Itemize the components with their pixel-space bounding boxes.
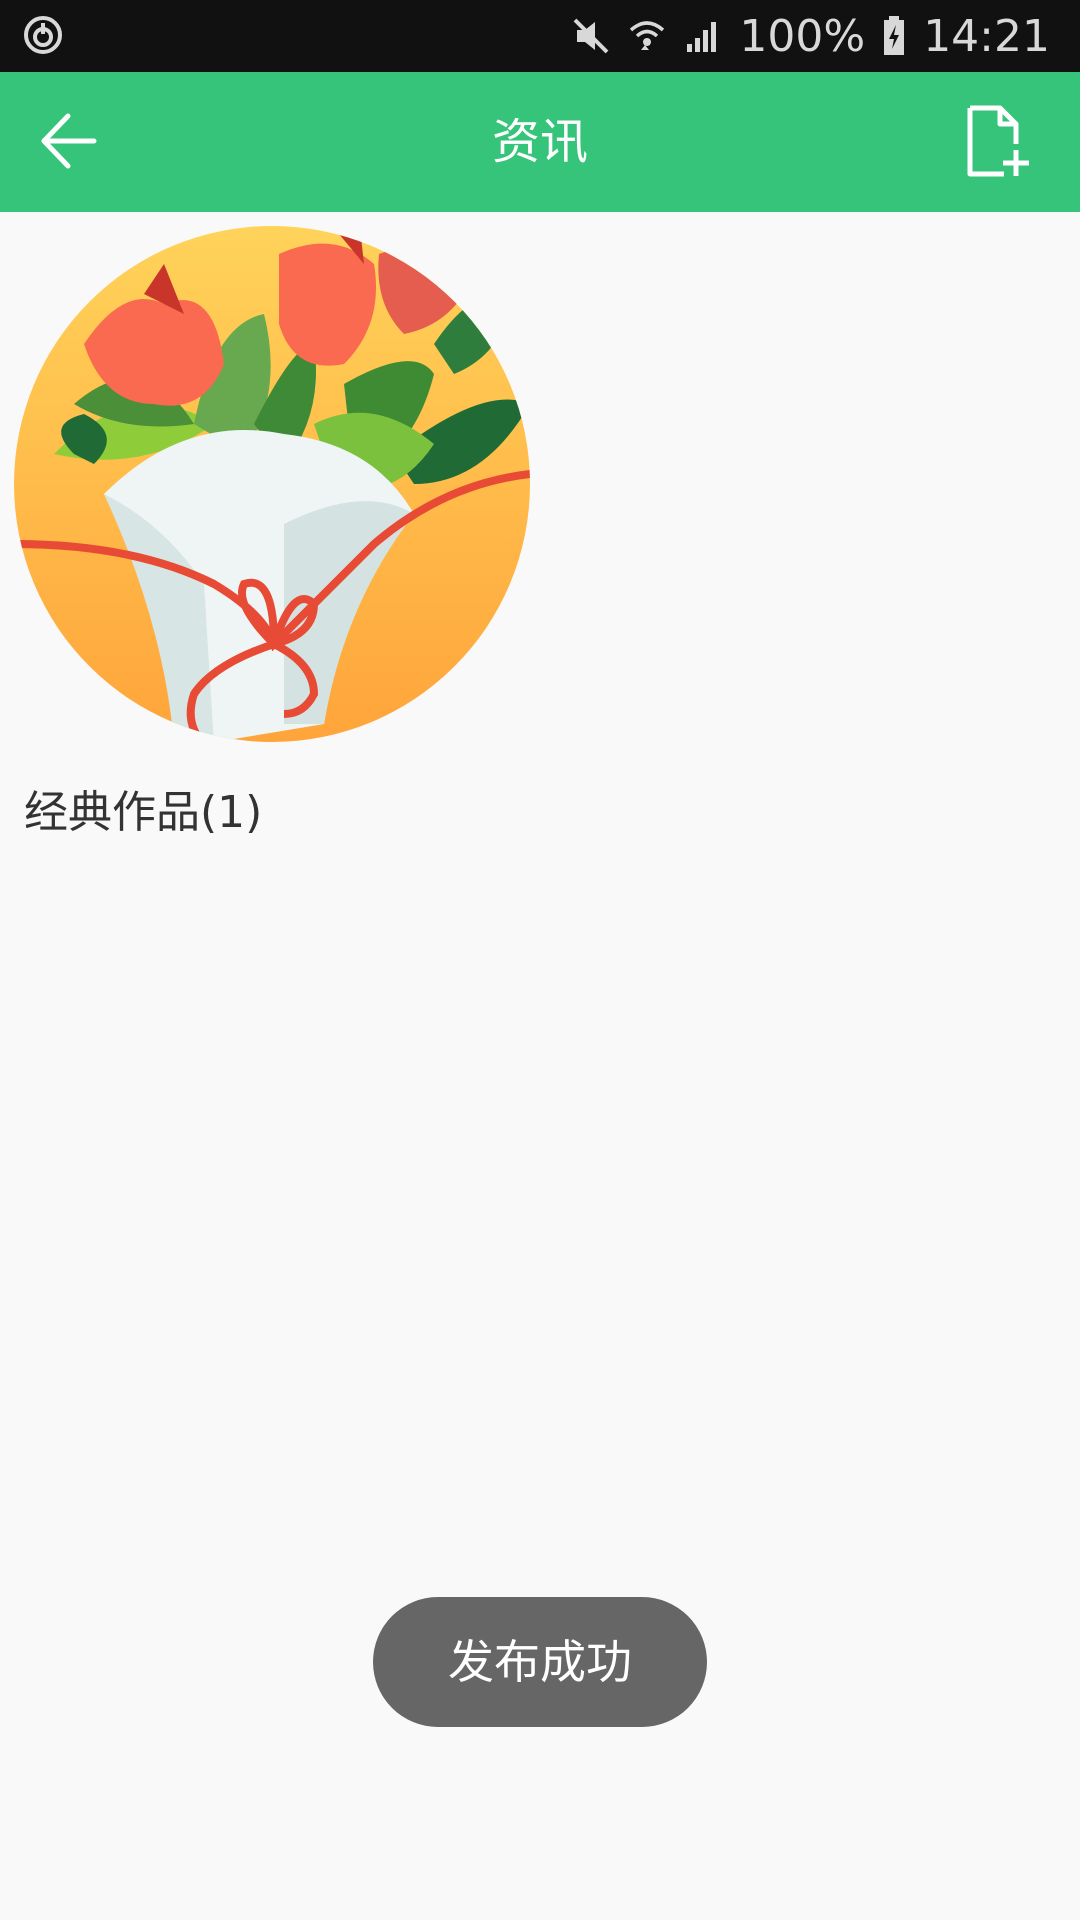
battery-percentage: 100% bbox=[739, 10, 866, 62]
status-time: 14:21 bbox=[923, 10, 1050, 62]
list-item[interactable]: 经典作品(1) bbox=[14, 224, 534, 840]
flower-bouquet-image bbox=[14, 226, 530, 742]
new-document-icon[interactable] bbox=[964, 104, 1036, 180]
page-title: 资讯 bbox=[491, 114, 588, 170]
battery-charging-icon bbox=[884, 16, 905, 55]
app-bar: 资讯 bbox=[0, 72, 1080, 212]
status-bar: 100% 14:21 bbox=[0, 0, 1080, 72]
toast-message: 发布成功 bbox=[373, 1597, 707, 1727]
sync-icon bbox=[24, 16, 62, 54]
signal-icon bbox=[687, 22, 717, 52]
list-item-label: 经典作品(1) bbox=[24, 787, 263, 838]
mute-icon bbox=[573, 18, 609, 54]
wifi-icon bbox=[630, 21, 665, 50]
